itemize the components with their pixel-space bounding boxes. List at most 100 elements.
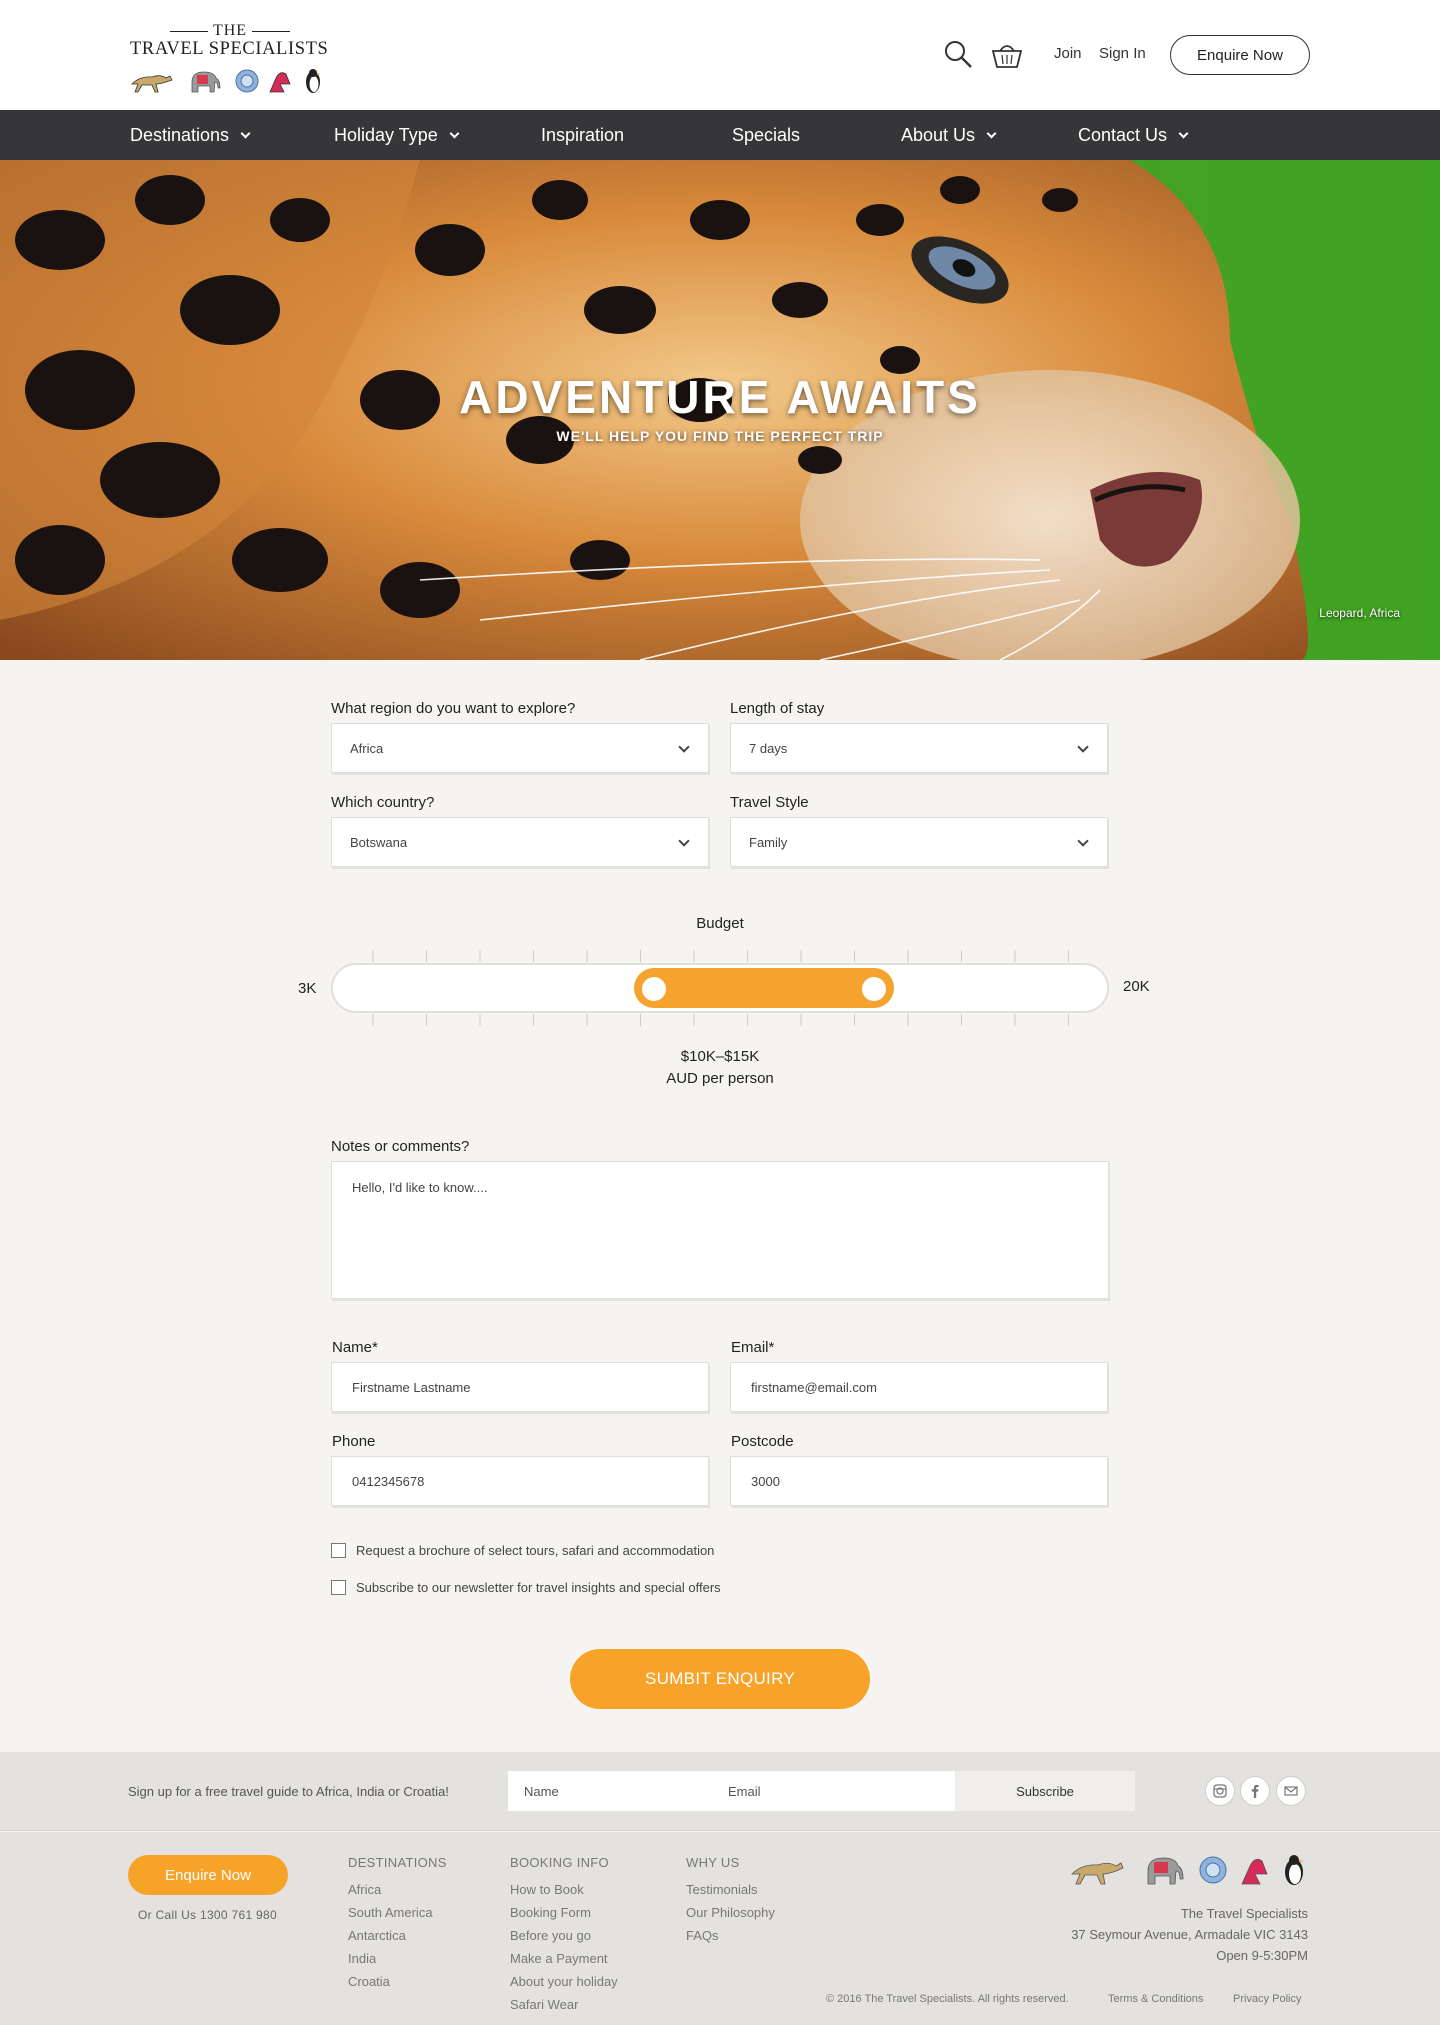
chevron-down-icon [678,835,690,847]
length-label: Length of stay [730,700,825,717]
budget-slider-low-handle[interactable] [642,977,666,1001]
length-select[interactable]: 7 days [730,723,1108,773]
budget-label: Budget [696,915,744,932]
nav-item-specials[interactable]: Specials [732,110,800,160]
sign-in-link[interactable]: Sign In [1099,45,1146,62]
budget-slider-high-handle[interactable] [862,977,886,1001]
main-nav: Destinations Holiday Type Inspiration Sp… [0,110,1440,160]
budget-min-label: 3K [298,980,317,997]
logo-animals-icon [131,69,321,93]
site-header: THE TRAVEL SPECIALISTS Join Sign In Enqu… [0,0,1440,110]
brochure-checkbox[interactable] [331,1543,346,1558]
footer-link[interactable]: Our Philosophy [686,1901,775,1924]
brochure-checkbox-label: Request a brochure of select tours, safa… [356,1543,715,1558]
footer-link[interactable]: Before you go [510,1924,618,1947]
footer-link[interactable]: FAQs [686,1924,775,1947]
footer-link[interactable]: About your holiday [510,1970,618,1993]
submit-enquiry-button[interactable]: SUMBIT ENQUIRY [570,1649,870,1709]
footer-terms-link[interactable]: Terms & Conditions [1108,1993,1203,2005]
phone-placeholder: 0412345678 [352,1473,425,1489]
chevron-down-icon [1077,741,1089,753]
join-link[interactable]: Join [1054,45,1082,62]
nav-item-label: Destinations [130,124,230,145]
nav-item-about-us[interactable]: About Us [901,110,997,160]
chevron-down-icon [449,128,460,138]
footer-link[interactable]: India [348,1947,447,1970]
style-label: Travel Style [730,794,809,811]
footer-privacy-link[interactable]: Privacy Policy [1233,1993,1301,2005]
hero-caption: Leopard, Africa [1319,606,1400,620]
footer-copyright: © 2016 The Travel Specialists. All right… [826,1993,1069,2005]
phone-label: Phone [332,1433,376,1450]
footer-link[interactable]: How to Book [510,1878,618,1901]
footer-link[interactable]: Testimonials [686,1878,775,1901]
signup-name-input[interactable]: Name [508,1771,718,1811]
nav-item-inspiration[interactable]: Inspiration [541,110,624,160]
brochure-checkbox-row[interactable]: Request a brochure of select tours, safa… [331,1543,714,1558]
chevron-down-icon [240,128,251,138]
length-select-value: 7 days [749,740,788,756]
footer-hours: Open 9-5:30PM [1216,1948,1308,1963]
hero-subtitle: WE'LL HELP YOU FIND THE PERFECT TRIP [556,428,884,444]
basket-icon[interactable] [990,38,1024,72]
logo-the-text: THE [130,22,330,40]
search-icon[interactable] [941,38,975,72]
postcode-input[interactable]: 3000 [730,1456,1108,1506]
style-select[interactable]: Family [730,817,1108,867]
phone-input[interactable]: 0412345678 [331,1456,709,1506]
chevron-down-icon [1077,835,1089,847]
footer-link[interactable]: Croatia [348,1970,447,1993]
budget-unit-text: AUD per person [666,1070,774,1087]
footer-animals-icon [1071,1855,1304,1885]
footer-link[interactable]: South America [348,1901,447,1924]
hero-banner: ADVENTURE AWAITS WE'LL HELP YOU FIND THE… [0,160,1440,660]
nav-item-destinations[interactable]: Destinations [130,110,251,160]
signup-text: Sign up for a free travel guide to Afric… [128,1784,449,1799]
budget-range-value: $10K–$15K [680,1048,760,1065]
footer-link[interactable]: Antarctica [348,1924,447,1947]
footer-enquire-button[interactable]: Enquire Now [128,1855,288,1895]
country-label: Which country? [331,794,435,811]
footer-column-heading: DESTINATIONS [348,1855,447,1870]
email-input[interactable]: firstname@email.com [730,1362,1108,1412]
country-select-value: Botswana [350,834,408,850]
email-label: Email* [731,1339,775,1356]
country-select[interactable]: Botswana [331,817,709,867]
mail-icon[interactable] [1276,1776,1306,1806]
budget-slider-range [634,968,894,1008]
postcode-placeholder: 3000 [751,1473,780,1489]
name-input[interactable]: Firstname Lastname [331,1362,709,1412]
footer-address: 37 Seymour Avenue, Armadale VIC 3143 [1071,1927,1308,1942]
footer-link[interactable]: Africa [348,1878,447,1901]
nav-item-holiday-type[interactable]: Holiday Type [334,110,460,160]
instagram-icon[interactable] [1205,1776,1235,1806]
chevron-down-icon [1178,128,1189,138]
signup-email-input[interactable]: Email [712,1771,955,1811]
facebook-icon[interactable] [1240,1776,1270,1806]
subscribe-button[interactable]: Subscribe [955,1771,1135,1811]
footer-link[interactable]: Booking Form [510,1901,618,1924]
newsletter-checkbox-row[interactable]: Subscribe to our newsletter for travel i… [331,1580,721,1595]
budget-max-label: 20K [1123,978,1150,995]
notes-label: Notes or comments? [331,1138,470,1155]
footer-column-why-us: WHY US Testimonials Our Philosophy FAQs [686,1855,775,1947]
nav-item-contact-us[interactable]: Contact Us [1078,110,1189,160]
nav-item-label: Inspiration [541,124,625,145]
chevron-down-icon [986,128,997,138]
postcode-label: Postcode [731,1433,794,1450]
header-enquire-button[interactable]: Enquire Now [1170,35,1310,75]
footer-column-destinations: DESTINATIONS Africa South America Antarc… [348,1855,447,1993]
footer-column-heading: BOOKING INFO [510,1855,609,1870]
notes-placeholder: Hello, I'd like to know.... [352,1180,488,1195]
newsletter-checkbox[interactable] [331,1580,346,1595]
notes-textarea[interactable]: Hello, I'd like to know.... [331,1161,1109,1299]
site-logo[interactable]: THE TRAVEL SPECIALISTS [130,22,330,94]
footer-column-heading: WHY US [686,1855,740,1870]
footer-call-text: Or Call Us 1300 761 980 [138,1908,277,1922]
region-select[interactable]: Africa [331,723,709,773]
footer-link[interactable]: Make a Payment [510,1947,618,1970]
footer-column-booking-info: BOOKING INFO How to Book Booking Form Be… [510,1855,618,2016]
name-placeholder: Firstname Lastname [352,1379,471,1395]
footer-company-name: The Travel Specialists [1180,1906,1308,1921]
footer-link[interactable]: Safari Wear [510,1993,618,2016]
